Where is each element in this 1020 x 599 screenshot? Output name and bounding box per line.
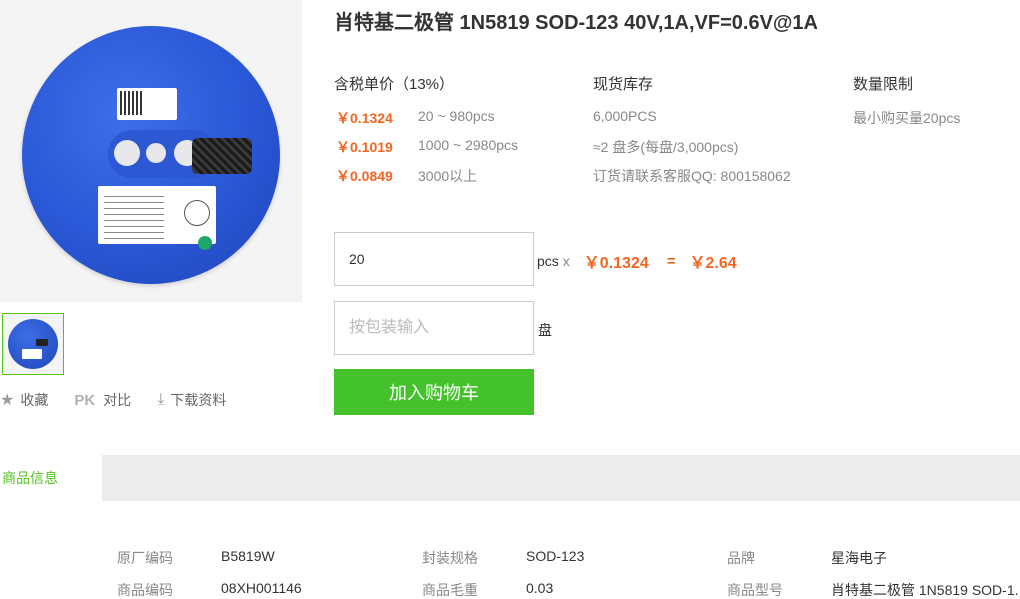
spec-value: 0.03 [526, 580, 554, 596]
tab-bar: 商品信息 [0, 455, 1020, 501]
total-price: ￥2.64 [689, 255, 737, 272]
reel-graphic [22, 26, 280, 284]
spec-item: 商品型号 [727, 582, 783, 598]
spec-value: 肖特基二极管 1N5819 SOD-1. [831, 582, 1019, 598]
product-title: 肖特基二极管 1N5819 SOD-123 40V,1A,VF=0.6V@1A [334, 12, 818, 34]
spec-item: 原厂编码 [117, 550, 173, 566]
qr-code [120, 91, 142, 115]
limit-heading: 数量限制 [853, 76, 914, 93]
reel-big-label [98, 186, 216, 244]
reel-unit-label: 盘 [538, 322, 552, 338]
compare-button[interactable]: PK 对比 [74, 390, 131, 410]
spec-item: 商品编码 [117, 582, 173, 598]
spec-value: 08XH001146 [221, 580, 302, 596]
price-heading: 含税单价（13%） [334, 76, 455, 93]
stock-reels: ≈2 盘多(每盘/3,000pcs) [593, 139, 739, 155]
spec-value: SOD-123 [526, 548, 585, 564]
price-tier: ￥0.0849 3000以上 [336, 168, 478, 184]
reel-tape [192, 138, 252, 174]
add-to-cart-button[interactable]: 加入购物车 [334, 369, 534, 415]
tab-product-info[interactable]: 商品信息 [0, 455, 102, 501]
spec-item: 品牌 [727, 550, 755, 566]
spec-item: 封装规格 [422, 550, 478, 566]
pk-badge: PK [74, 391, 96, 409]
spec-item: 商品毛重 [422, 582, 478, 598]
star-icon: ★ [0, 392, 15, 409]
spec-value: 星海电子 [831, 550, 887, 566]
stock-contact: 订货请联系客服QQ: 800158062 [593, 168, 791, 184]
download-icon: ⤓ [157, 391, 165, 408]
reel-quantity-input[interactable] [334, 301, 534, 355]
spec-value: B5819W [221, 548, 275, 564]
favorite-button[interactable]: ★ 收藏 [0, 390, 48, 410]
product-thumbnail[interactable] [2, 313, 64, 375]
unit-price: ￥0.1324 [583, 255, 649, 272]
price-tier: ￥0.1019 1000 ~ 2980pcs [336, 137, 519, 155]
download-button[interactable]: ⤓ 下载资料 [157, 390, 226, 410]
reel-green-dot [198, 236, 212, 250]
stock-quantity: 6,000PCS [593, 108, 657, 124]
product-main-image [0, 0, 302, 302]
stock-heading: 现货库存 [593, 76, 654, 93]
reel-small-label [117, 88, 177, 120]
product-actions: ★ 收藏 PK 对比 ⤓ 下载资料 [0, 390, 252, 410]
limit-text: 最小购买量20pcs [853, 110, 961, 126]
price-tier: ￥0.1324 20 ~ 980pcs [336, 108, 495, 126]
quantity-input[interactable] [334, 232, 534, 286]
price-calculation: pcs x ￥0.1324 = ￥2.64 [537, 249, 737, 273]
